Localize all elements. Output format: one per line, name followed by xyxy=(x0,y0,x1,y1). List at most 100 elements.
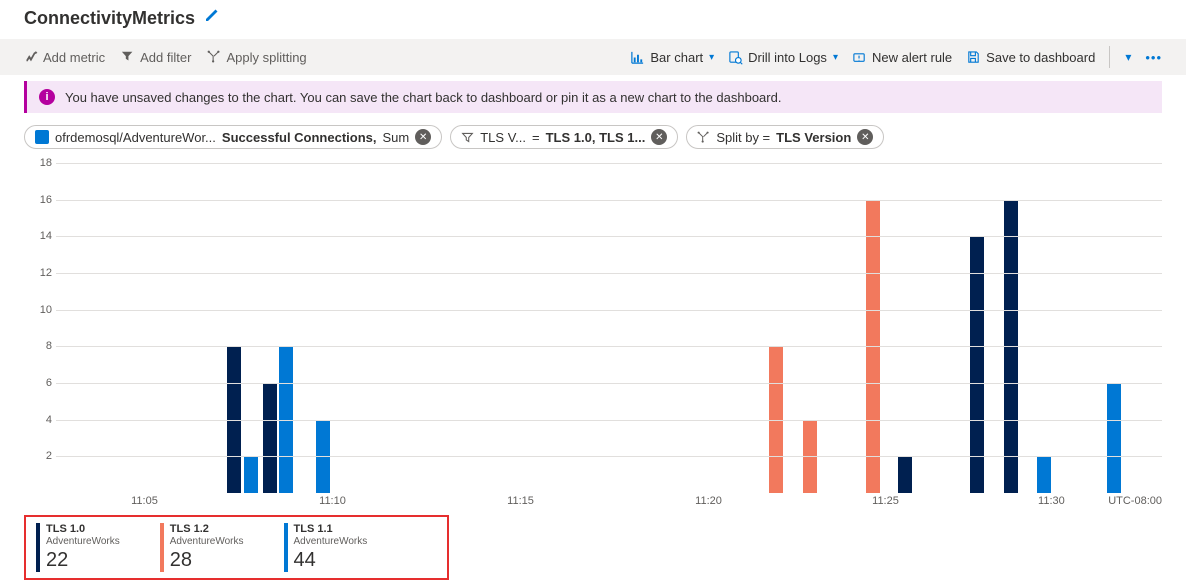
add-filter-label: Add filter xyxy=(140,50,191,65)
add-metric-button[interactable]: Add metric xyxy=(24,50,105,65)
chart-type-dropdown[interactable]: Bar chart ▾ xyxy=(630,50,714,65)
grid-line xyxy=(56,420,1162,421)
metric-agg: Sum xyxy=(383,130,410,145)
timezone-label: UTC-08:00 xyxy=(1108,495,1162,507)
bar-TLS1.1[interactable] xyxy=(1107,383,1121,493)
x-tick-label: 11:15 xyxy=(507,495,534,507)
info-icon: i xyxy=(39,89,55,105)
legend-series-name: TLS 1.1 xyxy=(294,523,368,536)
split-label: Split by = xyxy=(716,130,770,145)
x-axis: UTC-08:00 11:05 11:10 11:15 11:20 11:25 11:30 xyxy=(56,495,1162,513)
metric-pills-row: ofrdemosql/AdventureWor... Successful Co… xyxy=(0,119,1186,155)
y-tick-label: 14 xyxy=(24,230,52,242)
add-metric-icon xyxy=(24,50,38,64)
y-tick-label: 4 xyxy=(24,414,52,426)
bar-chart-icon xyxy=(630,50,645,65)
toolbar-right: Bar chart ▾ Drill into Logs ▾ New alert … xyxy=(630,46,1162,68)
add-metric-label: Add metric xyxy=(43,50,105,65)
chart-plot xyxy=(56,163,1162,493)
filter-eq: = xyxy=(532,130,540,145)
grid-line xyxy=(56,383,1162,384)
add-filter-button[interactable]: Add filter xyxy=(121,50,191,65)
chevron-down-icon: ▾ xyxy=(709,52,714,63)
save-icon xyxy=(966,50,981,65)
close-icon[interactable]: ✕ xyxy=(857,129,873,145)
legend-highlighted: TLS 1.0 AdventureWorks 22 TLS 1.2 Advent… xyxy=(24,515,449,580)
legend-series-sub: AdventureWorks xyxy=(170,536,244,548)
toolbar-separator xyxy=(1109,46,1110,68)
legend-series-value: 28 xyxy=(170,549,244,572)
chart-toolbar: Add metric Add filter Apply splitting Ba… xyxy=(0,39,1186,75)
more-icon[interactable]: ••• xyxy=(1145,50,1162,65)
grid-line xyxy=(56,273,1162,274)
page-header: ConnectivityMetrics xyxy=(0,0,1186,39)
chevron-down-icon: ▾ xyxy=(833,52,838,63)
legend-series-name: TLS 1.0 xyxy=(46,523,120,536)
alert-icon xyxy=(852,50,867,65)
infobar-message: You have unsaved changes to the chart. Y… xyxy=(65,90,781,105)
apply-splitting-icon xyxy=(207,50,221,64)
close-icon[interactable]: ✕ xyxy=(651,129,667,145)
apply-splitting-button[interactable]: Apply splitting xyxy=(207,50,306,65)
filter-pill[interactable]: TLS V... = TLS 1.0, TLS 1... ✕ xyxy=(450,125,678,149)
metric-pill[interactable]: ofrdemosql/AdventureWor... Successful Co… xyxy=(24,125,442,149)
bar-TLS1.0[interactable] xyxy=(898,456,912,493)
drill-logs-label: Drill into Logs xyxy=(748,50,827,65)
chevron-down-icon[interactable]: ▾ xyxy=(1125,50,1131,64)
chart-area: 24681012141618 xyxy=(24,163,1162,493)
x-tick-label: 11:05 xyxy=(131,495,158,507)
y-tick-label: 12 xyxy=(24,267,52,279)
metric-scope: ofrdemosql/AdventureWor... xyxy=(55,130,216,145)
legend-color-swatch xyxy=(36,523,40,572)
page-title: ConnectivityMetrics xyxy=(24,8,195,29)
close-icon[interactable]: ✕ xyxy=(415,129,431,145)
drill-logs-dropdown[interactable]: Drill into Logs ▾ xyxy=(728,50,838,65)
filter-value: TLS 1.0, TLS 1... xyxy=(546,130,646,145)
legend-text: TLS 1.2 AdventureWorks 28 xyxy=(170,523,244,572)
x-tick-label: 11:10 xyxy=(319,495,346,507)
grid-line xyxy=(56,346,1162,347)
legend-text: TLS 1.1 AdventureWorks 44 xyxy=(294,523,368,572)
legend-item[interactable]: TLS 1.2 AdventureWorks 28 xyxy=(160,523,244,572)
new-alert-label: New alert rule xyxy=(872,50,952,65)
split-icon xyxy=(697,131,710,144)
legend-series-sub: AdventureWorks xyxy=(46,536,120,548)
apply-splitting-label: Apply splitting xyxy=(226,50,306,65)
y-tick-label: 18 xyxy=(24,157,52,169)
chart-type-label: Bar chart xyxy=(650,50,703,65)
legend-color-swatch xyxy=(160,523,164,572)
y-tick-label: 16 xyxy=(24,194,52,206)
grid-line xyxy=(56,200,1162,201)
legend-item[interactable]: TLS 1.1 AdventureWorks 44 xyxy=(284,523,368,572)
legend-series-name: TLS 1.2 xyxy=(170,523,244,536)
bar-TLS1.1[interactable] xyxy=(244,456,258,493)
save-dashboard-label: Save to dashboard xyxy=(986,50,1095,65)
grid-line xyxy=(56,163,1162,164)
y-tick-label: 10 xyxy=(24,304,52,316)
y-tick-label: 6 xyxy=(24,377,52,389)
x-tick-label: 11:20 xyxy=(695,495,722,507)
edit-title-icon[interactable] xyxy=(203,8,219,29)
x-tick-label: 11:30 xyxy=(1038,495,1065,507)
drill-logs-icon xyxy=(728,50,743,65)
x-tick-label: 11:25 xyxy=(872,495,899,507)
y-tick-label: 8 xyxy=(24,340,52,352)
grid-line xyxy=(56,310,1162,311)
split-pill[interactable]: Split by = TLS Version ✕ xyxy=(686,125,884,149)
bar-TLS1.0[interactable] xyxy=(263,383,277,493)
unsaved-changes-infobar: i You have unsaved changes to the chart.… xyxy=(24,81,1162,113)
legend-series-sub: AdventureWorks xyxy=(294,536,368,548)
filter-icon xyxy=(461,131,474,144)
legend-series-value: 22 xyxy=(46,549,120,572)
add-filter-icon xyxy=(121,50,135,64)
legend-item[interactable]: TLS 1.0 AdventureWorks 22 xyxy=(36,523,120,572)
save-dashboard-button[interactable]: Save to dashboard xyxy=(966,50,1095,65)
y-tick-label: 2 xyxy=(24,450,52,462)
toolbar-left: Add metric Add filter Apply splitting xyxy=(24,50,307,65)
legend-color-swatch xyxy=(284,523,288,572)
bar-TLS1.0[interactable] xyxy=(970,236,984,493)
bar-TLS1.1[interactable] xyxy=(1037,456,1051,493)
grid-line xyxy=(56,456,1162,457)
new-alert-button[interactable]: New alert rule xyxy=(852,50,952,65)
legend-text: TLS 1.0 AdventureWorks 22 xyxy=(46,523,120,572)
